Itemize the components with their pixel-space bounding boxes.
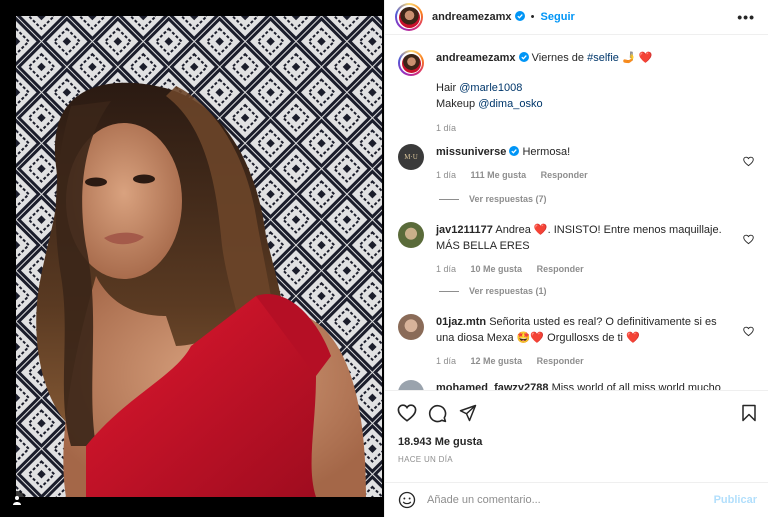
author-username[interactable]: andreamezamx — [432, 11, 512, 23]
publish-button[interactable]: Publicar — [714, 494, 757, 506]
caption-emojis: 🤳 ❤️ — [621, 52, 653, 64]
more-icon[interactable]: ••• — [737, 9, 755, 25]
smiley-icon[interactable] — [398, 491, 416, 509]
comment-like-heart-icon[interactable] — [743, 234, 754, 245]
post-timestamp: HACE UN DÍA — [398, 455, 453, 464]
commenter-username[interactable]: mohamed_fawzy2788 — [436, 382, 549, 390]
comment-likes[interactable]: 12 Me gusta — [471, 356, 523, 366]
user-tag-icon[interactable] — [8, 491, 26, 509]
verified-badge-icon — [518, 52, 529, 62]
comment-time: 1 día — [436, 170, 457, 180]
caption-avatar[interactable] — [398, 50, 424, 76]
follow-button[interactable]: Seguir — [541, 11, 575, 23]
hashtag-link[interactable]: #selfie — [587, 52, 619, 64]
photo-image — [16, 16, 382, 497]
commenter-avatar[interactable]: M·U — [398, 144, 424, 170]
comments-list[interactable]: andreamezamx Viernes de #selfie 🤳 ❤️ Hai… — [385, 36, 768, 390]
comment-like-heart-icon[interactable] — [743, 326, 754, 337]
mention-link[interactable]: @marle1008 — [459, 82, 522, 94]
commenter-avatar[interactable] — [398, 380, 424, 390]
commenter-username[interactable]: 01jaz.mtn — [436, 316, 486, 328]
comment-icon[interactable] — [428, 404, 447, 423]
view-replies-button[interactable]: Ver respuestas (1) — [439, 286, 547, 296]
comment-time: 1 día — [436, 264, 457, 274]
post-sidebar: andreamezamx • Seguir ••• andreamezamx V… — [384, 0, 768, 517]
verified-badge-icon — [514, 11, 525, 21]
comment-text: Hermosa! — [522, 146, 571, 158]
reply-button[interactable]: Responder — [537, 356, 584, 366]
add-comment-bar: Añade un comentario... Publicar — [385, 482, 768, 517]
commenter-username[interactable]: missuniverse — [436, 146, 506, 158]
caption-username[interactable]: andreamezamx — [436, 52, 516, 64]
commenter-avatar[interactable] — [398, 222, 424, 248]
comment-like-heart-icon[interactable] — [743, 156, 754, 167]
credit-line-hair: Hair @marle1008 — [436, 82, 523, 94]
separator-dot: • — [530, 11, 535, 23]
emoji: 🤩❤️ — [516, 332, 545, 344]
caption-text: Viernes de — [531, 52, 588, 64]
comment-text: Miss world of all miss world mucho — [551, 382, 721, 390]
heart-icon[interactable] — [397, 404, 417, 422]
share-icon[interactable] — [459, 404, 477, 422]
author-avatar[interactable] — [395, 3, 423, 31]
view-replies-button[interactable]: Ver respuestas (7) — [439, 194, 547, 204]
caption-time: 1 día — [436, 123, 457, 133]
post-header: andreamezamx • Seguir ••• — [385, 0, 768, 35]
heart-emoji: ❤️ — [626, 332, 640, 344]
likes-count[interactable]: 18.943 Me gusta — [398, 436, 482, 448]
credit-line-makeup: Makeup @dima_osko — [436, 98, 543, 110]
action-bar — [385, 398, 768, 428]
reply-button[interactable]: Responder — [541, 170, 588, 180]
divider — [385, 390, 768, 391]
post-photo[interactable] — [0, 0, 384, 517]
commenter-username[interactable]: jav1211177 — [436, 224, 493, 236]
heart-emoji: ❤️ — [533, 224, 548, 236]
comment-likes[interactable]: 10 Me gusta — [471, 264, 523, 274]
mention-link[interactable]: @dima_osko — [478, 98, 542, 110]
commenter-avatar[interactable] — [398, 314, 424, 340]
reply-button[interactable]: Responder — [537, 264, 584, 274]
comment-input[interactable]: Añade un comentario... — [427, 494, 541, 506]
comment-time: 1 día — [436, 356, 457, 366]
comment-likes[interactable]: 111 Me gusta — [471, 170, 527, 180]
verified-badge-icon — [509, 146, 520, 156]
bookmark-icon[interactable] — [741, 404, 757, 422]
